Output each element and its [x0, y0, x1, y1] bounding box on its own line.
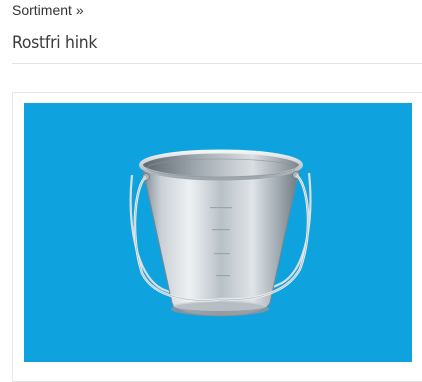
steel-bucket-icon [129, 149, 312, 317]
title-divider [12, 63, 422, 64]
breadcrumb: Sortiment » [12, 2, 84, 18]
page-title: Rostfri hink [12, 33, 98, 53]
breadcrumb-separator: » [75, 2, 84, 18]
product-image[interactable] [24, 103, 412, 362]
breadcrumb-link-sortiment[interactable]: Sortiment [12, 2, 72, 18]
